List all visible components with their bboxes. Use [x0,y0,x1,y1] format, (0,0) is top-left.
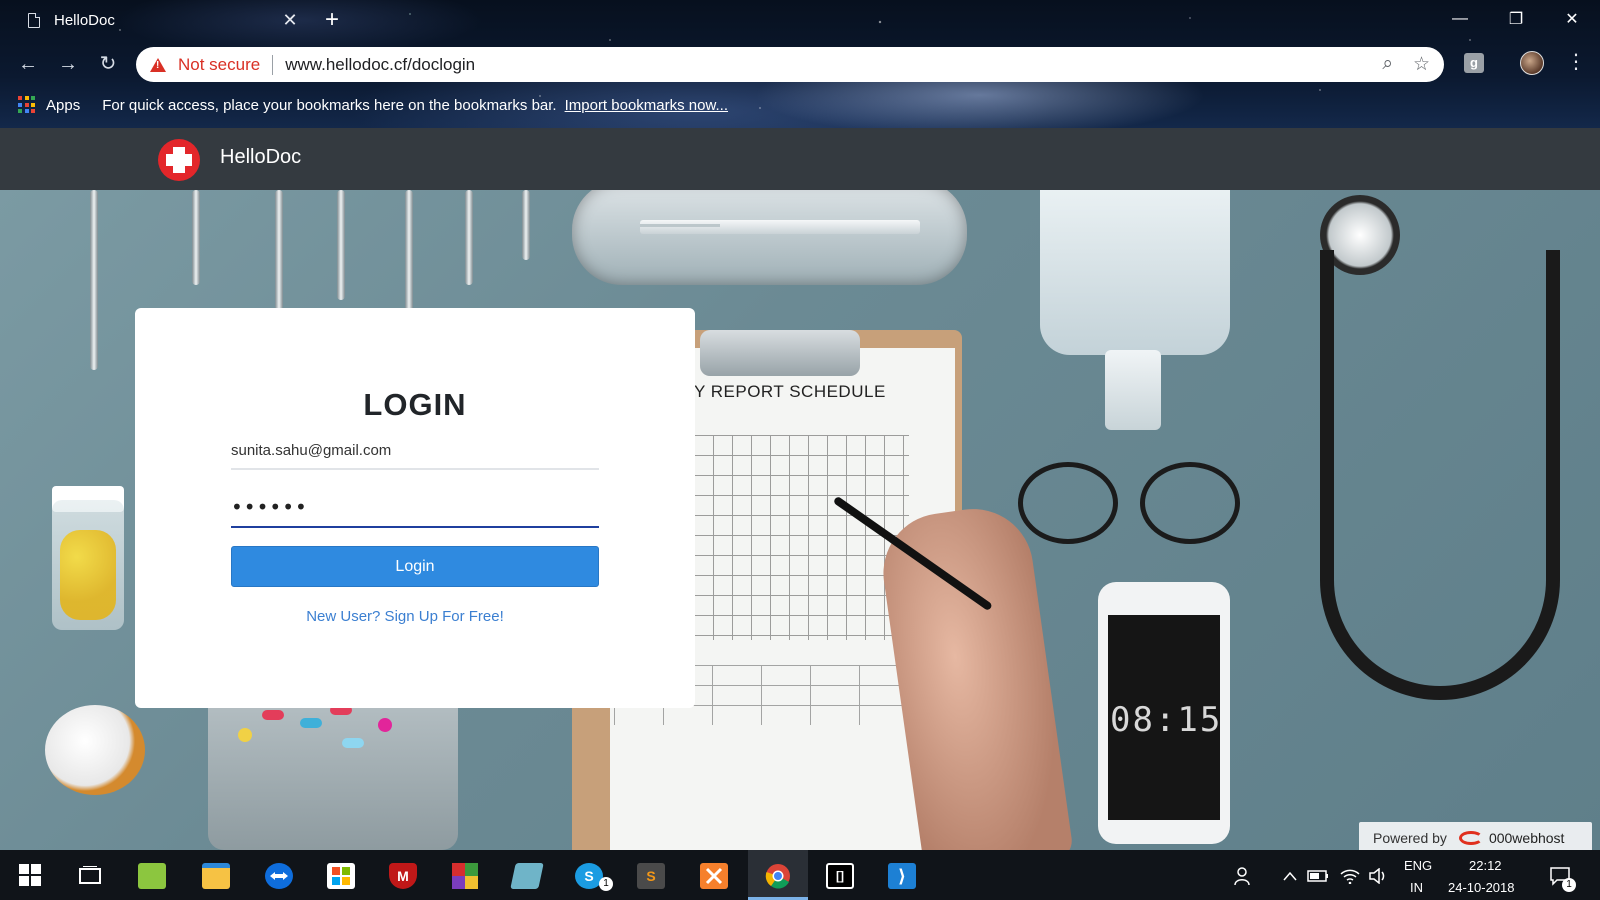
login-title: LOGIN [363,387,467,422]
clock-date[interactable]: 24-10-2018 [1448,880,1515,895]
security-label[interactable]: Not secure [178,55,260,75]
capsule [238,728,252,742]
minimize-button[interactable]: — [1432,0,1488,38]
language-region[interactable]: IN [1410,880,1423,895]
vscode-icon[interactable]: ⟩ [888,863,916,889]
language-indicator[interactable]: ENG [1404,858,1432,873]
signup-link[interactable]: New User? Sign Up For Free! [135,608,675,625]
show-hidden-icons-chevron-up-icon[interactable] [1276,863,1304,889]
people-icon[interactable] [1230,863,1258,889]
yellow-pills [60,530,116,620]
url-text[interactable]: www.hellodoc.cf/doclogin [285,55,475,75]
notepad-icon[interactable] [138,863,166,889]
brand-name[interactable]: HelloDoc [220,146,301,169]
iv-bag [1040,190,1230,355]
browser-menu-icon[interactable]: ⋮ [1566,50,1586,74]
clipboard-clip [700,330,860,376]
capsule [342,738,364,748]
forward-button[interactable]: → [56,52,80,76]
extension-icon[interactable]: g [1464,53,1484,73]
medicine-bottle [45,705,145,795]
site-navbar: HelloDoc [0,128,1600,190]
skype-badge: 1 [599,877,613,891]
password-field[interactable] [231,488,599,528]
window-controls: — ❐ ✕ [1432,0,1600,38]
profile-avatar[interactable] [1520,51,1544,75]
pad-icon[interactable] [510,863,544,889]
restore-button[interactable]: ❐ [1488,0,1544,38]
wifi-icon[interactable] [1336,863,1364,889]
glasses-lens-right [1140,462,1240,544]
syringe-tray [572,190,967,285]
omnibox-divider [272,54,274,75]
volume-icon[interactable] [1364,863,1392,889]
browser-toolbar: ← → ↻ Not secure www.hellodoc.cf/doclogi… [0,44,1600,84]
bookmarks-bar: Apps For quick access, place your bookma… [0,90,1600,120]
tab-close-icon[interactable]: ✕ [278,10,302,31]
browser-tab[interactable]: HelloDoc ✕ [14,0,310,40]
windows-start-icon[interactable] [16,862,44,888]
surgical-tool [337,190,345,300]
folder-icon[interactable] [202,863,230,889]
surgical-tool [192,190,200,285]
reload-button[interactable]: ↻ [96,52,120,76]
webhost-name: 000webhost [1488,829,1565,846]
syringe [640,220,920,234]
tab-title: HelloDoc [54,11,115,29]
powered-by-badge[interactable]: Powered by 000webhost [1359,822,1592,853]
iv-bag-neck [1105,350,1161,430]
report-schedule-title: Y REPORT SCHEDULE [694,382,886,401]
chrome-icon[interactable] [764,863,792,889]
surgical-tool [275,190,283,310]
zoom-icon[interactable]: ⌕ [1382,53,1393,76]
login-card: LOGIN Login New User? Sign Up For Free! [135,308,695,708]
winrar-icon[interactable] [451,863,479,889]
xampp-icon[interactable] [700,863,728,889]
capsule [262,710,284,720]
bookmarks-hint: For quick access, place your bookmarks h… [102,96,557,114]
new-tab-button[interactable]: + [325,6,339,34]
powered-by-label: Powered by [1373,829,1447,846]
surgical-tool [522,190,530,260]
clock-time[interactable]: 22:12 [1469,858,1502,873]
surgical-tool [90,190,98,370]
surgical-tool [465,190,473,285]
glasses-lens-left [1018,462,1118,544]
sublime-icon[interactable]: S [637,863,665,889]
browser-chrome: HelloDoc ✕ + — ❐ ✕ ← → ↻ Not secure www.… [0,0,1600,128]
bookmark-star-icon[interactable]: ☆ [1413,53,1430,76]
webhost-logo-icon [1458,830,1483,845]
notification-badge: 1 [1562,878,1576,892]
task-view-icon[interactable] [76,863,104,889]
syringe-needle [640,224,720,227]
store-icon[interactable] [327,863,355,889]
email-field[interactable] [231,432,599,470]
import-bookmarks-link[interactable]: Import bookmarks now... [565,97,728,114]
omnibox-actions: ⌕ ☆ [1382,53,1430,76]
battery-icon[interactable] [1304,863,1332,889]
stethoscope-tube [1320,250,1560,700]
warning-icon[interactable] [150,57,166,72]
page-icon [28,12,40,28]
teamviewer-icon[interactable] [265,863,293,889]
login-button[interactable]: Login [231,546,599,587]
schedule-grid [694,435,909,640]
apps-grid-icon[interactable] [18,96,36,114]
intellij-icon[interactable]: [] [826,863,854,889]
address-bar[interactable]: Not secure www.hellodoc.cf/doclogin ⌕ ☆ [136,47,1444,82]
back-button[interactable]: ← [16,52,40,76]
phone-clock: 08:15 [1110,700,1223,740]
medical-cross-logo-icon[interactable] [158,139,200,181]
close-window-button[interactable]: ✕ [1544,0,1600,38]
capsule [300,718,322,728]
apps-shortcut[interactable]: Apps [46,97,80,114]
capsule [378,718,392,732]
